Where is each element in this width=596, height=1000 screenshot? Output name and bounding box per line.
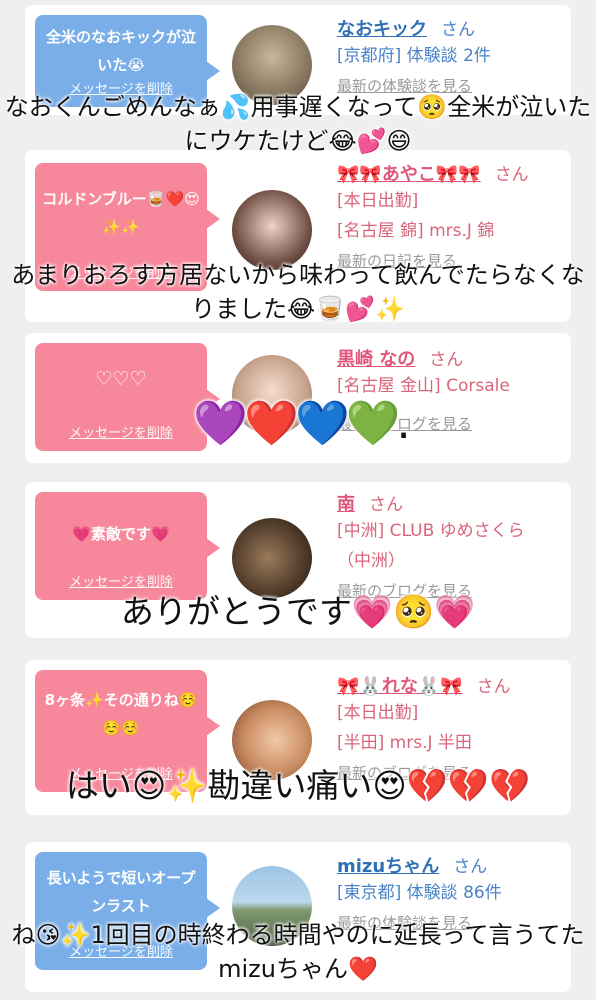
user-name[interactable]: mizuちゃん [337,856,439,877]
overlay-hearts: 💜❤️💙💚. [193,398,410,449]
honorific: さん [429,350,464,370]
honorific: さん [453,857,488,877]
user-name[interactable]: 黒崎 なの [337,349,415,370]
overlay-caption: あまりおろす方居ないから味わって飲んでたらなくなりました😂🥃💕✨ [11,261,585,323]
message-text: コルドンブルー🥃❤️😍✨✨ [42,190,200,236]
profile-detail: [本日出勤] [337,703,419,723]
avatar[interactable] [232,518,312,598]
message-text: 長いようで短いオープンラスト [46,869,196,915]
profile-detail: [京都府] 体験談 2件 [337,46,491,66]
honorific: さん [369,495,403,515]
profile-detail: [半田] mrs.J 半田 [337,733,472,753]
profile-detail: [東京都] 体験談 86件 [337,883,502,903]
message-text: 全米のなおキックが泣いた😭 [45,28,196,74]
honorific: さん [476,677,511,697]
profile-detail: [本日出勤] [337,191,419,211]
user-name[interactable]: 🎀🎀あやこ🎀🎀 [337,164,481,185]
message-text: 💗素敵です💗 [72,525,170,543]
message-text: 8ヶ条✨その通りね☺️☺️☺️ [44,691,198,737]
user-name[interactable]: なおキック [337,19,427,40]
honorific: さん [494,165,529,185]
profile-info: 南さん [中洲] CLUB ゆめさくら（中洲） 最新のブログを見る [337,490,562,606]
profile-detail: [中洲] CLUB ゆめさくら（中洲） [337,521,525,571]
overlay-caption: はい😍✨勘違い痛い😍💔💔💔 [65,766,531,805]
overlay-caption: ありがとうです💗🥺💗 [120,592,476,631]
message-bubble: ♡♡♡ メッセージを削除 [35,343,220,451]
profile-info: なおキック さん [京都府] 体験談 2件 最新の体験談を見る [337,15,562,101]
user-name[interactable]: 🎀🐰れな🐰🎀 [337,676,463,697]
overlay-caption: ね😘✨1回目の時終わる時間やのに延長って言うてたmizuちゃん❤️ [11,921,585,983]
profile-detail: [名古屋 金山] Corsale [337,376,510,396]
message-text: ♡♡♡ [95,368,147,390]
user-name[interactable]: 南 [337,494,355,515]
message-bubble: 💗素敵です💗 メッセージを削除 [35,492,220,600]
overlay-caption: なおくんごめんなぁ💦用事遅くなって🥺全米が泣いたにウケたけど😂💕😄 [4,93,592,155]
profile-detail: [名古屋 錦] mrs.J 錦 [337,221,495,241]
delete-message-link[interactable]: メッセージを削除 [35,422,207,441]
delete-message-link[interactable]: メッセージを削除 [35,571,207,590]
honorific: さん [441,20,475,40]
